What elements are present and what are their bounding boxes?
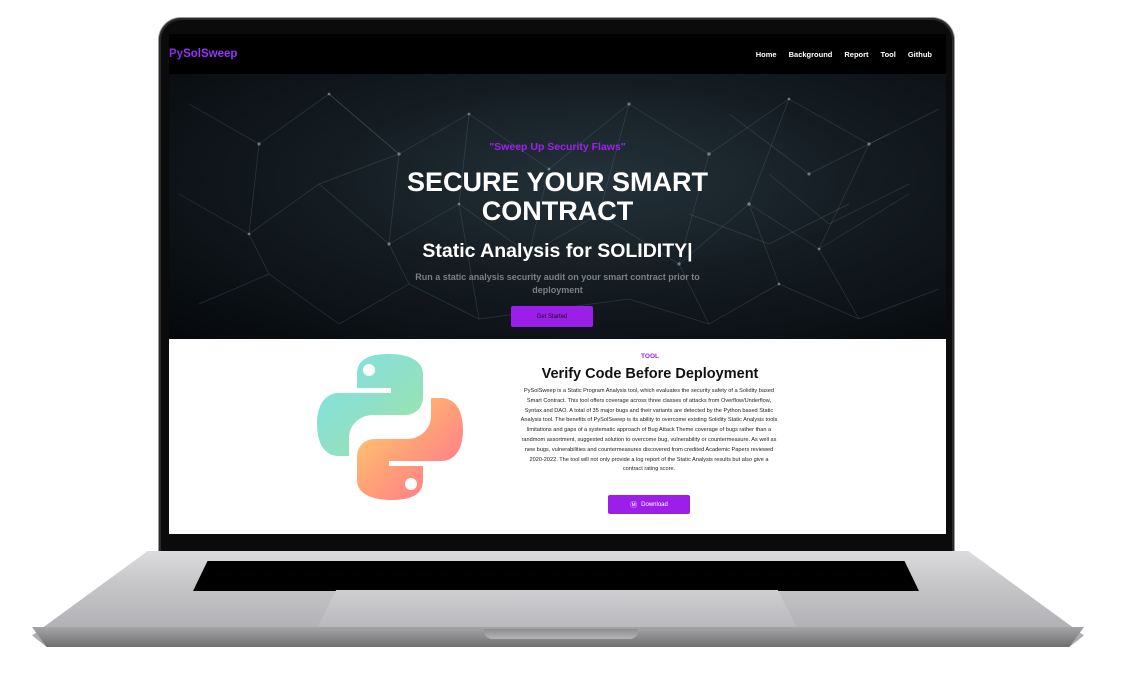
brand-main: SolSweep — [183, 48, 238, 60]
tool-section-title: Verify Code Before Deployment — [541, 366, 759, 382]
download-button-label: Download — [641, 501, 668, 508]
nav-link-report[interactable]: Report — [844, 50, 868, 59]
get-started-button[interactable]: Get Started — [511, 306, 593, 327]
hero-description: Run a static analysis security audit on … — [415, 272, 700, 295]
hero-headline-line-2: CONTRACT — [481, 196, 634, 226]
laptop-notch — [484, 629, 638, 639]
brand-prefix: Py — [169, 48, 184, 60]
browser-screen: PySolSweep Home Background Report Tool G… — [169, 34, 946, 534]
hero-tagline: "Sweep Up Security Flaws" — [489, 141, 626, 153]
hero-subheading: Static Analysis for SOLIDITY| — [422, 240, 693, 262]
tool-section-label: TOOL — [641, 353, 659, 360]
laptop-keyboard — [193, 561, 919, 591]
navbar: PySolSweep Home Background Report Tool G… — [169, 34, 946, 74]
python-logo-icon — [317, 354, 463, 500]
laptop-trackpad — [317, 590, 797, 628]
hero-headline-line-1: SECURE YOUR SMART — [406, 167, 709, 197]
nav-links: Home Background Report Tool Github — [756, 50, 932, 59]
nav-link-home[interactable]: Home — [756, 50, 777, 59]
hero-section: "Sweep Up Security Flaws" SECURE YOUR SM… — [169, 74, 946, 339]
brand-logo[interactable]: PySolSweep — [169, 48, 237, 60]
download-button[interactable]: Ⓜ Download — [608, 495, 690, 514]
hero-headline: SECURE YOUR SMART CONTRACT — [169, 168, 946, 226]
tool-section: TOOL Verify Code Before Deployment PySol… — [169, 339, 946, 534]
tool-section-description: PySolSweep is a Static Program Analysis … — [520, 388, 778, 473]
wordpress-icon: Ⓜ — [630, 501, 638, 509]
nav-link-github[interactable]: Github — [908, 50, 932, 59]
nav-link-tool[interactable]: Tool — [881, 50, 896, 59]
nav-link-background[interactable]: Background — [789, 50, 833, 59]
